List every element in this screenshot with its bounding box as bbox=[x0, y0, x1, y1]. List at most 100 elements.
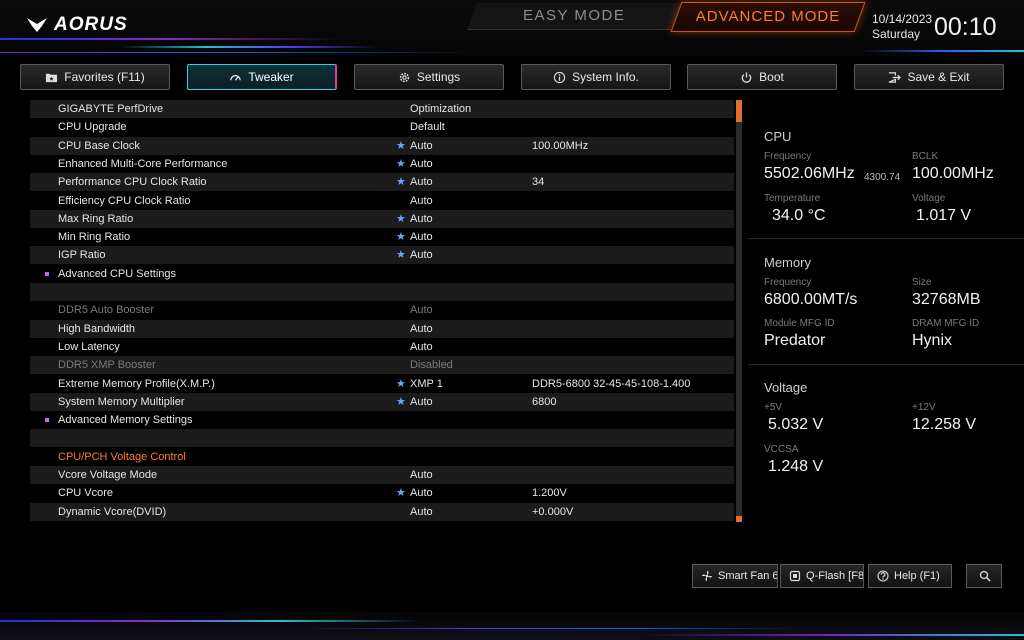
submenu-bullet-icon bbox=[45, 271, 49, 276]
setting-row[interactable]: IGP Ratio ★ Auto bbox=[30, 246, 734, 265]
setting-row[interactable]: Low Latency Auto bbox=[30, 338, 734, 356]
decor-streak bbox=[640, 634, 1024, 636]
setting-value[interactable]: Default bbox=[410, 118, 445, 136]
submenu-advanced-cpu-settings[interactable]: Advanced CPU Settings bbox=[30, 265, 734, 283]
tab-tweaker[interactable]: Tweaker bbox=[187, 64, 337, 90]
cpu-frequency-sub: 4300.74 bbox=[864, 172, 901, 183]
setting-row[interactable]: Enhanced Multi-Core Performance ★ Auto bbox=[30, 155, 734, 173]
setting-row[interactable]: CPU Upgrade Default bbox=[30, 118, 734, 136]
fan-icon bbox=[702, 571, 712, 581]
hardware-info-panel: CPU Frequency 5502.06MHz 4300.74 BCLK 10… bbox=[748, 100, 1024, 524]
cpu-temperature-label: Temperature bbox=[764, 193, 821, 204]
qflash-button[interactable]: Q-Flash [F8] bbox=[780, 564, 864, 588]
flash-drive-icon bbox=[789, 570, 801, 582]
setting-row[interactable]: Max Ring Ratio ★ Auto bbox=[30, 209, 734, 228]
setting-value[interactable]: Auto bbox=[410, 155, 433, 173]
setting-value[interactable]: Auto bbox=[410, 338, 433, 356]
setting-value[interactable]: Auto bbox=[410, 173, 433, 191]
setting-value[interactable]: Auto bbox=[410, 228, 433, 246]
tab-label: Settings bbox=[416, 70, 461, 84]
bottom-decor-bar bbox=[0, 612, 1024, 640]
submenu-bullet-icon bbox=[45, 418, 49, 423]
spacer-row bbox=[30, 283, 734, 301]
setting-row[interactable]: Extreme Memory Profile(X.M.P.) ★ XMP 1 DDR5… bbox=[30, 375, 734, 393]
bclk-label: BCLK bbox=[912, 151, 939, 162]
setting-label: Extreme Memory Profile(X.M.P.) bbox=[58, 377, 215, 390]
setting-row: DDR5 XMP Booster Disabled bbox=[30, 356, 734, 375]
search-button[interactable] bbox=[966, 564, 1002, 588]
decor-streak bbox=[120, 46, 380, 48]
advanced-mode-button[interactable]: ADVANCED MODE bbox=[670, 2, 866, 32]
tab-save-exit[interactable]: Save & Exit bbox=[854, 64, 1004, 90]
setting-value[interactable]: Auto bbox=[410, 466, 433, 484]
voltage-section-title: Voltage bbox=[764, 380, 808, 395]
setting-value[interactable]: Auto bbox=[410, 246, 433, 264]
setting-value[interactable]: Auto bbox=[410, 484, 433, 502]
smart-fan-button[interactable]: Smart Fan 6 [F bbox=[692, 564, 778, 588]
setting-row[interactable]: Min Ring Ratio ★ Auto bbox=[30, 228, 734, 246]
module-mfg-value: Predator bbox=[764, 332, 826, 349]
setting-row[interactable]: Vcore Voltage Mode Auto bbox=[30, 466, 734, 484]
submenu-advanced-memory-settings[interactable]: Advanced Memory Settings bbox=[30, 411, 734, 429]
scroll-down-icon[interactable] bbox=[736, 516, 742, 522]
setting-value[interactable]: Auto bbox=[410, 192, 433, 210]
setting-row[interactable]: High Bandwidth Auto bbox=[30, 319, 734, 338]
v12-label: +12V bbox=[912, 402, 936, 413]
cpu-frequency-value: 5502.06MHz bbox=[764, 165, 855, 182]
tab-favorites[interactable]: Favorites (F11) bbox=[20, 64, 170, 90]
help-label: Help (F1) bbox=[894, 570, 940, 582]
v5-label: +5V bbox=[764, 402, 783, 413]
setting-label: Advanced CPU Settings bbox=[58, 267, 177, 280]
help-icon bbox=[877, 570, 889, 582]
decor-streak bbox=[860, 50, 1024, 52]
setting-value[interactable]: Auto bbox=[410, 393, 433, 411]
setting-value[interactable]: Auto bbox=[410, 503, 433, 521]
easy-mode-button[interactable]: EASY MODE bbox=[467, 3, 681, 30]
tab-label: System Info. bbox=[572, 70, 639, 84]
setting-row[interactable]: CPU Vcore ★ Auto 1.200V bbox=[30, 484, 734, 502]
setting-row[interactable]: System Memory Multiplier ★ Auto 6800 bbox=[30, 392, 734, 411]
setting-value[interactable]: Optimization bbox=[410, 100, 471, 118]
setting-extra: 1.200V bbox=[532, 487, 567, 500]
section-label: CPU/PCH Voltage Control bbox=[58, 450, 186, 463]
setting-label: Low Latency bbox=[58, 340, 120, 353]
setting-value[interactable]: Auto bbox=[410, 137, 433, 155]
brand-name: AORUS bbox=[54, 14, 128, 35]
qflash-label: Q-Flash [F8] bbox=[806, 570, 864, 582]
day-text: Saturday bbox=[872, 27, 921, 41]
spacer-row bbox=[30, 429, 734, 448]
setting-value: Disabled bbox=[410, 359, 453, 372]
setting-label: Max Ring Ratio bbox=[58, 212, 134, 225]
setting-label: Min Ring Ratio bbox=[58, 231, 131, 244]
tab-boot[interactable]: Boot bbox=[687, 64, 837, 90]
setting-label: CPU Upgrade bbox=[58, 121, 127, 134]
help-button[interactable]: Help (F1) bbox=[868, 564, 952, 588]
decor-streak bbox=[300, 628, 800, 629]
setting-value[interactable]: Auto bbox=[410, 210, 433, 228]
tab-label: Favorites (F11) bbox=[64, 70, 145, 84]
tab-settings[interactable]: Settings bbox=[354, 64, 504, 90]
setting-label: Efficiency CPU Clock Ratio bbox=[58, 194, 191, 207]
setting-row[interactable]: Efficiency CPU Clock Ratio Auto bbox=[30, 192, 734, 210]
setting-extra: +0.000V bbox=[532, 505, 574, 518]
favorite-star-icon: ★ bbox=[396, 212, 406, 225]
main-tabs: Favorites (F11) Tweaker Settings System … bbox=[20, 64, 1004, 92]
setting-value: Auto bbox=[410, 304, 433, 317]
favorite-star-icon: ★ bbox=[396, 139, 406, 152]
setting-row[interactable]: Dynamic Vcore(DVID) Auto +0.000V bbox=[30, 502, 734, 521]
setting-row[interactable]: Performance CPU Clock Ratio ★ Auto 34 bbox=[30, 173, 734, 192]
scroll-thumb[interactable] bbox=[736, 106, 742, 122]
setting-row[interactable]: CPU Base Clock ★ Auto 100.00MHz bbox=[30, 136, 734, 155]
setting-value[interactable]: XMP 1 bbox=[410, 375, 443, 393]
favorite-star-icon: ★ bbox=[396, 157, 406, 170]
date-text: 10/14/2023 bbox=[872, 12, 933, 26]
settings-scrollbar[interactable] bbox=[736, 100, 742, 522]
tab-system-info[interactable]: System Info. bbox=[521, 64, 671, 90]
bclk-value: 100.00MHz bbox=[912, 165, 994, 182]
setting-value[interactable]: Auto bbox=[410, 320, 433, 338]
setting-row[interactable]: GIGABYTE PerfDrive Optimization bbox=[30, 100, 734, 118]
tab-label: Save & Exit bbox=[907, 70, 970, 84]
cpu-temperature-value: 34.0 °C bbox=[772, 207, 826, 224]
setting-label: Vcore Voltage Mode bbox=[58, 469, 158, 481]
memory-section-title: Memory bbox=[764, 255, 811, 270]
